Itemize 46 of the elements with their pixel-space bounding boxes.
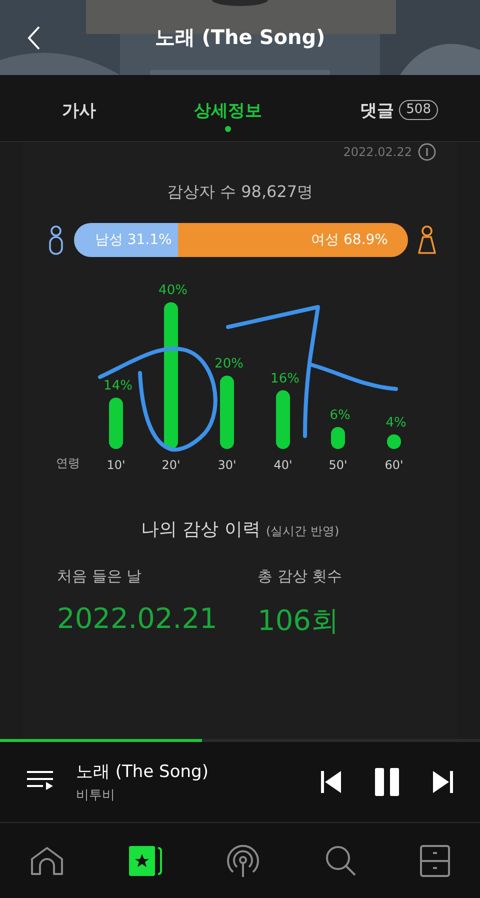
total-plays: 106회 [258, 603, 340, 639]
search-icon[interactable] [324, 844, 356, 876]
age-bar [331, 426, 345, 449]
star-book-icon[interactable] [128, 844, 162, 876]
age-label: 30' [218, 458, 236, 472]
track-title: 노래 (The Song) [76, 761, 210, 783]
pause-icon[interactable] [374, 767, 400, 797]
age-label: 40' [274, 458, 292, 472]
drawer-icon[interactable] [420, 844, 450, 876]
male-icon [48, 225, 64, 255]
update-date: 2022.02.22 [343, 145, 412, 159]
axis-label: 연령 [56, 456, 80, 470]
tab[interactable]: 상세정보 [192, 84, 264, 132]
history-title: 나의 감상 이력 [140, 519, 260, 540]
total-plays-label: 총 감상 횟수 [258, 567, 344, 586]
comment-count: 508 [399, 100, 438, 120]
age-bar [387, 434, 401, 449]
age-label: 60' [384, 458, 404, 472]
tab[interactable]: 댓글 508 [358, 84, 440, 132]
first-listen-date: 2022.02.21 [57, 602, 218, 635]
age-bar [109, 398, 123, 449]
age-label: 10' [106, 458, 126, 472]
back-icon[interactable] [27, 24, 41, 50]
info-icon[interactable] [418, 143, 436, 161]
listener-count: 감상자 수 98,627명 [166, 182, 314, 203]
age-label: 50' [328, 458, 348, 472]
first-listen-label: 처음 들은 날 [57, 567, 143, 586]
home-icon[interactable] [30, 846, 64, 876]
bar-value: 14% [104, 378, 132, 394]
bar-value: 4% [386, 415, 406, 430]
age-label: 20' [162, 458, 180, 472]
previous-icon[interactable] [320, 770, 342, 794]
bar-value: 6% [330, 408, 350, 423]
song-title: 노래 (The Song) [154, 24, 326, 51]
next-icon[interactable] [432, 770, 454, 794]
bar-value: 20% [214, 356, 244, 372]
broadcast-icon[interactable] [225, 844, 261, 878]
age-bar [276, 390, 290, 449]
female-share: 여성 68.9% [311, 231, 388, 249]
realtime-note: (실시간 반영) [266, 524, 340, 538]
artist-name: 비투비 [76, 787, 116, 804]
bar-value: 16% [270, 371, 300, 386]
tab[interactable]: 가사 [60, 84, 98, 132]
bar-value: 40% [158, 283, 188, 298]
female-icon [418, 225, 436, 255]
male-share: 남성 31.1% [94, 231, 172, 249]
